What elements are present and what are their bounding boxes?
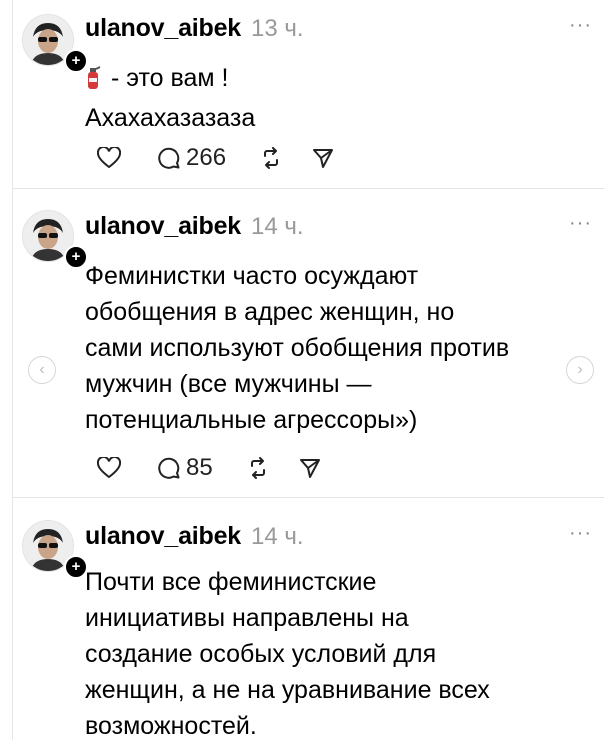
reply-button[interactable]: 266 bbox=[157, 144, 226, 172]
post-text: - это вам ! Ахахахазазаза bbox=[85, 60, 590, 136]
post-line: создание особых условий для bbox=[85, 640, 437, 668]
send-icon bbox=[299, 459, 320, 478]
repost-icon bbox=[250, 457, 265, 479]
reply-button[interactable]: 85 bbox=[157, 454, 213, 482]
post-line: возможностей. bbox=[85, 712, 257, 740]
post-text: Почти все феминистские инициативы направ… bbox=[85, 564, 590, 744]
repost-icon bbox=[264, 147, 279, 169]
post-line: мужчин (все мужчины — bbox=[85, 370, 372, 398]
like-button[interactable] bbox=[97, 147, 121, 169]
repost-button[interactable] bbox=[247, 457, 269, 479]
next-arrow-button[interactable]: › bbox=[566, 356, 594, 384]
send-icon bbox=[313, 149, 334, 168]
post-actions: 266 bbox=[97, 144, 334, 172]
prev-arrow-button[interactable]: ‹ bbox=[28, 356, 56, 384]
card-left-border bbox=[12, 0, 13, 740]
more-options-icon[interactable]: ··· bbox=[569, 14, 592, 37]
comment-icon bbox=[158, 457, 180, 479]
post-divider bbox=[13, 497, 604, 498]
post-line: Почти все феминистские bbox=[85, 568, 377, 596]
post-line: обобщения в адрес женщин, но bbox=[85, 298, 455, 326]
post-divider bbox=[13, 188, 604, 189]
share-button[interactable] bbox=[299, 457, 321, 479]
comment-icon bbox=[158, 147, 180, 169]
more-options-icon[interactable]: ··· bbox=[569, 212, 592, 235]
username[interactable]: ulanov_aibek bbox=[85, 522, 241, 551]
post-actions: 85 bbox=[97, 454, 321, 482]
share-button[interactable] bbox=[312, 147, 334, 169]
post-line: женщин, а не на уравнивание всех bbox=[85, 676, 490, 704]
like-button[interactable] bbox=[97, 457, 121, 479]
username[interactable]: ulanov_aibek bbox=[85, 212, 241, 241]
heart-icon bbox=[97, 457, 121, 479]
more-options-icon[interactable]: ··· bbox=[569, 522, 592, 545]
post-time[interactable]: 13 ч. bbox=[251, 15, 304, 43]
post-text: Феминистки часто осуждают обобщения в ад… bbox=[85, 258, 590, 438]
reply-count: 85 bbox=[186, 454, 213, 481]
username[interactable]: ulanov_aibek bbox=[85, 14, 241, 43]
post-line: потенциальные агрессоры») bbox=[85, 406, 418, 434]
post-line: сами используют обобщения против bbox=[85, 334, 510, 362]
fire-extinguisher-icon bbox=[85, 64, 101, 100]
post-time[interactable]: 14 ч. bbox=[251, 213, 304, 241]
reply-count: 266 bbox=[186, 144, 227, 171]
post-time[interactable]: 14 ч. bbox=[251, 523, 304, 551]
post-line: - это вам ! bbox=[111, 64, 229, 92]
repost-button[interactable] bbox=[260, 147, 282, 169]
post-line: инициативы направлены на bbox=[85, 604, 409, 632]
heart-icon bbox=[97, 147, 121, 169]
post-line: Ахахахазазаза bbox=[85, 104, 256, 132]
post-line: Феминистки часто осуждают bbox=[85, 262, 419, 290]
